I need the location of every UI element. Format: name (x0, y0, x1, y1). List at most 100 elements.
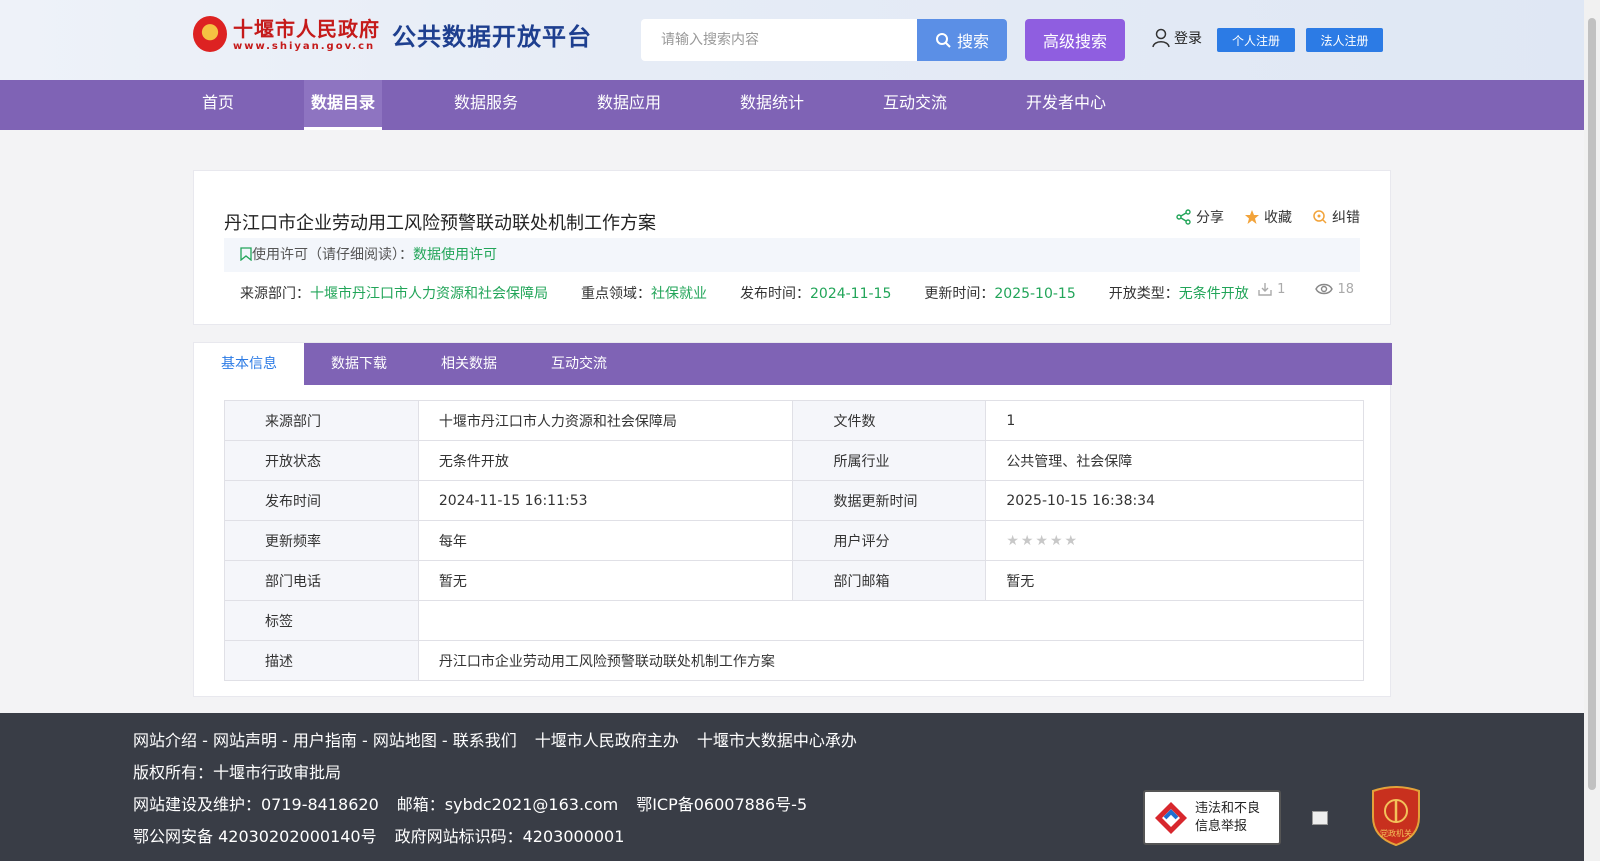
bookmark-icon (240, 247, 252, 262)
eye-icon (1315, 283, 1334, 295)
meta-update-value: 2025-10-15 (994, 286, 1076, 302)
report-logo-icon (1155, 801, 1187, 834)
favorite-label: 收藏 (1264, 210, 1292, 226)
meta-source: 来源部门：十堰市丹江口市人力资源和社会保障局 (240, 283, 548, 303)
broken-image-icon[interactable] (1312, 811, 1328, 825)
table-row: 开放状态 无条件开放 所属行业 公共管理、社会保障 (224, 440, 1364, 481)
meta-source-label: 来源部门： (240, 286, 310, 302)
site-header: 十堰市人民政府 www.shiyan.gov.cn 公共数据开放平台 搜索 高级… (0, 0, 1584, 80)
nav-item-catalog[interactable]: 数据目录 (304, 80, 383, 130)
footer-maintain: 网站建设及维护：0719-8418620 (133, 795, 379, 814)
share-button[interactable]: 分享 (1176, 207, 1224, 227)
table-row: 更新频率 每年 用户评分 ★★★★★ (224, 520, 1364, 561)
national-emblem-icon (193, 16, 227, 52)
cell-label: 用户评分 (792, 520, 987, 561)
cell-label: 更新频率 (224, 520, 419, 561)
party-badge-text: 党政机关 (1380, 828, 1412, 838)
nav-item-service[interactable]: 数据服务 (447, 80, 525, 130)
dataset-header-card: 丹江口市企业劳动用工风险预警联动联处机制工作方案 分享 收藏 纠错 使用许可（请… (193, 170, 1391, 325)
license-link[interactable]: 数据使用许可 (413, 247, 497, 263)
view-count: 18 (1315, 281, 1354, 297)
cell-value: 十堰市丹江口市人力资源和社会保障局 (417, 400, 794, 441)
download-count-value: 1 (1277, 281, 1286, 297)
meta-domain-value[interactable]: 社保就业 (651, 286, 707, 302)
advanced-search-button[interactable]: 高级搜索 (1025, 19, 1125, 61)
table-row: 标签 (224, 600, 1365, 641)
scrollbar-thumb[interactable] (1588, 18, 1596, 790)
share-label: 分享 (1196, 210, 1224, 226)
license-bar: 使用许可（请仔细阅读）：数据使用许可 (224, 238, 1360, 272)
party-government-badge-icon[interactable]: 党政机关 (1369, 785, 1423, 847)
footer-icp[interactable]: 鄂ICP备06007886号-5 (636, 795, 807, 814)
meta-publish-value: 2024-11-15 (810, 286, 892, 302)
correct-button[interactable]: 纠错 (1312, 207, 1360, 227)
search-input[interactable] (641, 19, 917, 61)
user-icon (1152, 28, 1170, 48)
page-scrollbar[interactable] (1584, 0, 1600, 861)
meta-publish-label: 发布时间： (740, 286, 810, 302)
register-personal-button[interactable]: 个人注册 (1217, 28, 1295, 52)
nav-item-statistics[interactable]: 数据统计 (733, 80, 811, 130)
footer-line-3: 网站建设及维护：0719-8418620 邮箱：sybdc2021@163.com… (133, 791, 825, 815)
cell-value: 1 (985, 400, 1364, 441)
footer-police[interactable]: 鄂公网安备 42030202000140号 (133, 827, 377, 846)
cell-label: 部门邮箱 (792, 560, 987, 601)
footer-links[interactable]: 网站介绍 - 网站声明 - 用户指南 - 网站地图 - 联系我们 (133, 731, 517, 750)
dataset-meta: 来源部门：十堰市丹江口市人力资源和社会保障局 重点领域：社保就业 发布时间：20… (240, 283, 1282, 303)
search-button-label: 搜索 (956, 32, 989, 51)
nav-item-interaction[interactable]: 互动交流 (876, 80, 954, 130)
cell-label: 发布时间 (224, 480, 419, 521)
site-footer: 网站介绍 - 网站声明 - 用户指南 - 网站地图 - 联系我们 十堰市人民政府主… (0, 713, 1584, 861)
meta-update: 更新时间：2025-10-15 (924, 283, 1075, 303)
meta-domain: 重点领域：社保就业 (581, 283, 707, 303)
nav-item-home[interactable]: 首页 (195, 80, 241, 130)
tab-download[interactable]: 数据下载 (304, 343, 414, 385)
cell-value: 无条件开放 (417, 440, 794, 481)
logo-cn: 十堰市人民政府 (233, 16, 380, 41)
register-legal-button[interactable]: 法人注册 (1306, 28, 1383, 52)
search-button[interactable]: 搜索 (917, 19, 1007, 61)
cell-label: 部门电话 (224, 560, 419, 601)
cell-value: 公共管理、社会保障 (985, 440, 1364, 481)
cell-value: 2025-10-15 16:38:34 (985, 480, 1364, 521)
illegal-info-report-badge[interactable]: 违法和不良 信息举报 (1143, 790, 1281, 845)
cell-label: 所属行业 (792, 440, 987, 481)
meta-open-label: 开放类型： (1108, 286, 1179, 302)
table-row: 部门电话 暂无 部门邮箱 暂无 (224, 560, 1364, 601)
nav-item-developer[interactable]: 开发者中心 (1019, 80, 1113, 130)
rating-stars-icon[interactable]: ★★★★★ (1006, 533, 1079, 549)
login-link[interactable]: 登录 (1152, 28, 1202, 48)
favorite-button[interactable]: 收藏 (1244, 207, 1292, 227)
site-logo[interactable]: 十堰市人民政府 www.shiyan.gov.cn 公共数据开放平台 (193, 16, 592, 52)
basic-info-table: 来源部门 十堰市丹江口市人力资源和社会保障局 文件数 1 开放状态 无条件开放 … (224, 400, 1365, 681)
login-label: 登录 (1174, 31, 1202, 47)
footer-gov-id: 政府网站标识码：4203000001 (394, 827, 625, 846)
download-count: 1 (1257, 281, 1285, 297)
cell-label: 数据更新时间 (792, 480, 987, 521)
footer-line-2: 版权所有：十堰市行政审批局 (133, 759, 359, 783)
table-row: 描述 丹江口市企业劳动用工风险预警联动联处机制工作方案 (224, 640, 1365, 681)
cell-value (417, 600, 1365, 641)
detail-tabs: 基本信息 数据下载 相关数据 互动交流 (194, 343, 1392, 385)
meta-source-value[interactable]: 十堰市丹江口市人力资源和社会保障局 (310, 286, 548, 302)
platform-name: 公共数据开放平台 (392, 22, 592, 51)
footer-email: 邮箱：sybdc2021@163.com (396, 795, 619, 814)
tab-related[interactable]: 相关数据 (414, 343, 524, 385)
main-nav: 首页 数据目录 数据服务 数据应用 数据统计 互动交流 开发者中心 (0, 80, 1584, 130)
footer-host: 十堰市人民政府主办 (534, 731, 679, 750)
correct-label: 纠错 (1332, 210, 1360, 226)
report-text-line-1: 违法和不良 (1195, 800, 1261, 816)
cell-label: 开放状态 (224, 440, 419, 481)
tab-basic-info[interactable]: 基本信息 (194, 343, 304, 385)
cell-label: 来源部门 (224, 400, 419, 441)
star-icon (1245, 210, 1259, 224)
correct-icon (1313, 210, 1327, 224)
tab-interaction[interactable]: 互动交流 (524, 343, 634, 385)
cell-value: 2024-11-15 16:11:53 (417, 480, 794, 521)
user-rating[interactable]: ★★★★★ (985, 520, 1364, 561)
footer-line-4: 鄂公网安备 42030202000140号 政府网站标识码：4203000001 (133, 823, 642, 847)
nav-item-application[interactable]: 数据应用 (590, 80, 668, 130)
cell-value: 暂无 (985, 560, 1364, 601)
report-text: 违法和不良 信息举报 (1195, 800, 1260, 836)
search-icon (935, 33, 951, 48)
